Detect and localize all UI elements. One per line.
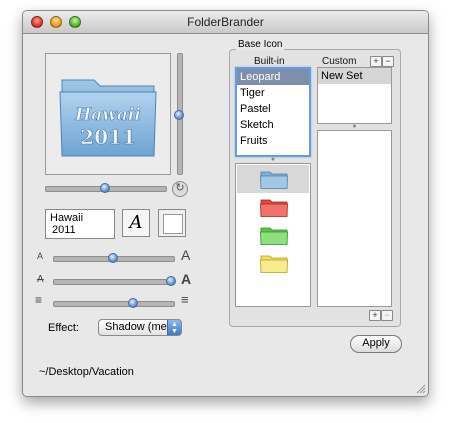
custom-set-item[interactable]: New Set (318, 68, 391, 84)
folder-swatch-item[interactable] (237, 221, 309, 249)
folder-icon (260, 227, 288, 245)
icon-preview: Hawaii 2011 (45, 53, 171, 175)
window-title: FolderBrander (187, 15, 264, 29)
custom-sets-list[interactable]: New Set (317, 67, 392, 124)
outline-slider-knob[interactable] (166, 276, 176, 286)
apply-button[interactable]: Apply (350, 335, 402, 353)
folder-icon (260, 171, 288, 189)
builtin-sets-list[interactable]: Leopard Tiger Pastel Sketch Fruits (235, 67, 311, 157)
builtin-folders-list[interactable] (235, 163, 311, 307)
vertical-position-slider[interactable] (174, 53, 184, 175)
horizontal-slider-knob[interactable] (100, 183, 110, 193)
remove-custom-set-button[interactable]: − (382, 56, 394, 67)
outline-slider[interactable] (53, 276, 176, 286)
font-glyph: A (129, 212, 143, 233)
folderbrander-window: FolderBrander Hawaii 2011 ↻ Hawaii 2011 … (22, 10, 429, 397)
size-small-icon: A (37, 251, 44, 261)
size-slider-knob[interactable] (108, 253, 118, 263)
folder-icon (260, 199, 288, 217)
text-line1: Hawaii (50, 212, 84, 224)
base-icon-title: Base Icon (236, 39, 285, 50)
font-button[interactable]: A (122, 209, 150, 237)
effect-popup[interactable]: Shadow (mediu ▲ ▼ (98, 319, 182, 336)
custom-header: Custom (322, 56, 357, 67)
spacing-slider-knob[interactable] (128, 298, 138, 308)
color-well[interactable] (158, 209, 186, 237)
folder-preview-icon: Hawaii 2011 (59, 79, 157, 157)
destination-path: ~/Desktop/Vacation (39, 366, 134, 378)
add-custom-icon-button[interactable]: + (369, 310, 381, 321)
add-custom-set-button[interactable]: + (370, 56, 382, 67)
custom-folders-list[interactable] (317, 130, 392, 307)
folder-swatch-item[interactable] (237, 193, 309, 221)
size-slider[interactable] (53, 253, 175, 263)
builtin-set-item[interactable]: Tiger (237, 85, 309, 101)
text-line2: 2011 (52, 224, 76, 236)
folder-swatch-item[interactable] (237, 249, 309, 277)
title-bar[interactable]: FolderBrander (23, 11, 428, 34)
builtin-set-item[interactable]: Fruits (237, 133, 309, 149)
folder-swatch-item[interactable] (237, 165, 309, 193)
outline-thick-icon: A (181, 271, 192, 287)
size-large-icon: A (181, 247, 191, 263)
horizontal-position-slider[interactable] (45, 183, 167, 193)
line-spacing-tight-icon: ≡ (35, 293, 43, 307)
preview-text-line2: 2011 (80, 125, 136, 149)
builtin-header: Built-in (254, 56, 285, 67)
folder-icon (260, 255, 288, 273)
preview-text-line1: Hawaii (74, 105, 141, 125)
effect-label: Effect: (48, 322, 79, 334)
popup-arrows-icon: ▲ ▼ (167, 320, 181, 335)
label-text-field[interactable]: Hawaii 2011 (45, 209, 115, 239)
color-swatch (163, 214, 183, 234)
resize-grip-icon[interactable] (416, 384, 426, 394)
line-spacing-wide-icon: ≡ (181, 292, 189, 307)
vertical-slider-knob[interactable] (174, 110, 184, 120)
builtin-set-item[interactable]: Sketch (237, 117, 309, 133)
rotate-icon[interactable]: ↻ (172, 181, 188, 197)
builtin-set-item[interactable]: Pastel (237, 101, 309, 117)
outline-thin-icon: A (37, 274, 44, 285)
builtin-set-item[interactable]: Leopard (237, 69, 309, 85)
line-spacing-slider[interactable] (53, 298, 175, 308)
remove-custom-icon-button[interactable]: − (381, 310, 393, 321)
